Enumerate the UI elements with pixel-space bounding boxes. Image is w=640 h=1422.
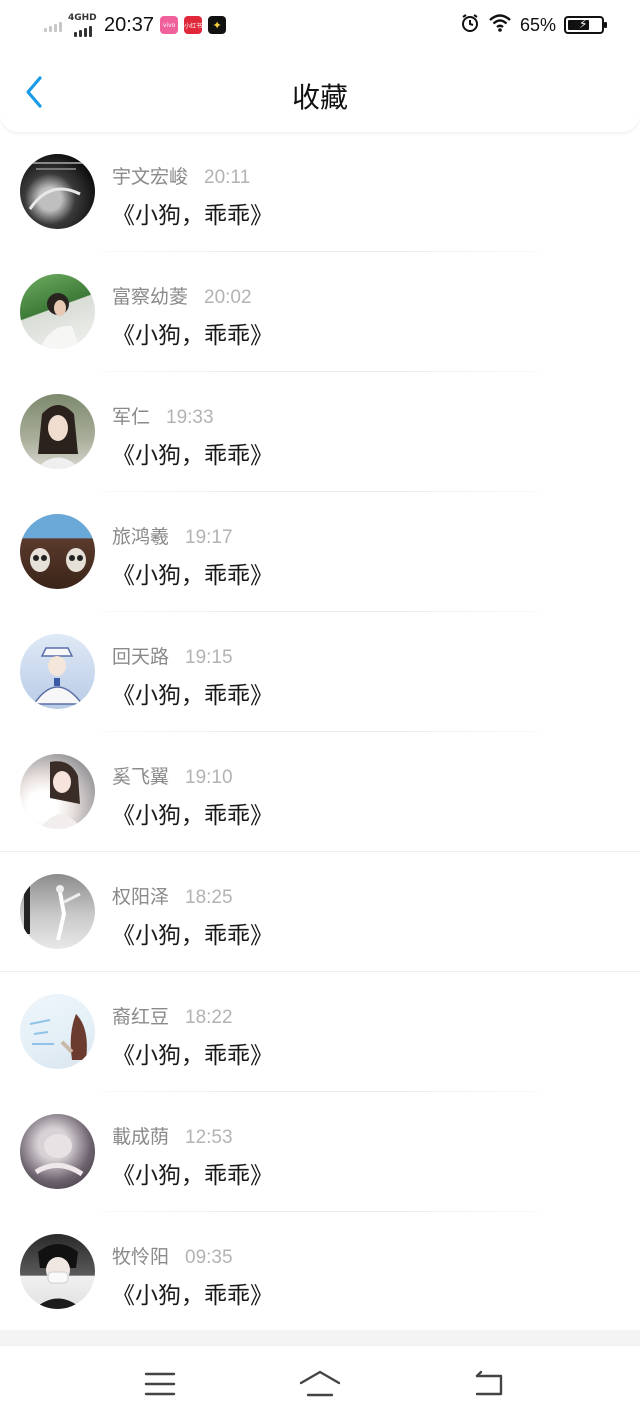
timestamp: 20:02 [204, 287, 252, 308]
favorites-list: 宇文宏峻 20:11 《小狗，乖乖》 富察幼菱 20:02 《小狗，乖乖》 军仁… [0, 132, 640, 1332]
timestamp: 19:10 [185, 767, 233, 788]
list-item[interactable]: 回天路 19:15 《小狗，乖乖》 [0, 612, 640, 732]
battery-percent: 65% [519, 14, 556, 35]
home-button[interactable] [298, 1364, 342, 1404]
avatar [20, 274, 95, 349]
charging-icon: ⚡ [579, 17, 588, 31]
list-item[interactable]: 富察幼菱 20:02 《小狗，乖乖》 [0, 252, 640, 372]
sender-name: 回天路 [112, 646, 170, 668]
message-preview: 《小狗，乖乖》 [112, 1163, 273, 1189]
timestamp: 18:22 [185, 1007, 233, 1028]
signal-icon-sim1 [44, 18, 62, 32]
avatar [20, 514, 95, 589]
status-bar: 4GHD 20:37 vivo 小红书 ✦ 65% ⚡ [0, 0, 640, 50]
avatar [20, 754, 95, 829]
back-icon [475, 1370, 503, 1396]
sender-name: 旅鸿羲 [112, 526, 170, 548]
timestamp: 20:11 [204, 167, 251, 188]
avatar [20, 634, 95, 709]
battery-icon: ⚡ [564, 16, 607, 34]
xiaohongshu-app-icon: 小红书 [184, 16, 203, 34]
sender-name: 裔红豆 [112, 1006, 170, 1028]
list-item[interactable]: 載成荫 12:53 《小狗，乖乖》 [0, 1092, 640, 1212]
status-time: 20:37 [104, 13, 155, 36]
sender-name: 军仁 [112, 406, 151, 428]
timestamp: 12:53 [185, 1127, 233, 1148]
status-right: 65% ⚡ [460, 12, 607, 38]
sender-name: 宇文宏峻 [112, 166, 189, 188]
timestamp: 19:33 [166, 407, 214, 428]
network-tag: 4GHD [68, 13, 97, 23]
message-preview: 《小狗，乖乖》 [112, 803, 273, 829]
menu-icon [144, 1372, 176, 1396]
avatar [20, 154, 95, 229]
menu-button[interactable] [138, 1364, 182, 1404]
list-item[interactable]: 军仁 19:33 《小狗，乖乖》 [0, 372, 640, 492]
page-title: 收藏 [291, 81, 348, 114]
list-item[interactable]: 宇文宏峻 20:11 《小狗，乖乖》 [0, 132, 640, 252]
wifi-icon [488, 13, 512, 37]
sender-name: 权阳泽 [112, 886, 170, 908]
message-preview: 《小狗，乖乖》 [112, 1283, 273, 1309]
message-preview: 《小狗，乖乖》 [112, 683, 273, 709]
message-preview: 《小狗，乖乖》 [112, 1043, 273, 1069]
message-preview: 《小狗，乖乖》 [112, 923, 273, 949]
list-item[interactable]: 牧怜阳 09:35 《小狗，乖乖》 [0, 1212, 640, 1332]
alarm-icon [460, 13, 480, 37]
back-nav-button[interactable] [466, 1364, 510, 1404]
avatar [20, 394, 95, 469]
list-item[interactable]: 旅鸿羲 19:17 《小狗，乖乖》 [0, 492, 640, 612]
network-4g-icon: 4GHD [68, 13, 97, 37]
timestamp: 19:15 [185, 647, 233, 668]
vivo-app-icon: vivo [160, 16, 179, 34]
timestamp: 09:35 [185, 1247, 233, 1268]
sparkle-app-icon: ✦ [208, 16, 227, 34]
home-icon [299, 1370, 341, 1397]
nav-gap [0, 1330, 640, 1345]
message-preview: 《小狗，乖乖》 [112, 323, 273, 349]
avatar [20, 1114, 95, 1189]
sender-name: 載成荫 [112, 1126, 170, 1148]
sender-name: 牧怜阳 [112, 1246, 170, 1268]
sender-name: 富察幼菱 [112, 286, 189, 308]
avatar [20, 874, 95, 949]
message-preview: 《小狗，乖乖》 [112, 563, 273, 589]
message-preview: 《小狗，乖乖》 [112, 443, 273, 469]
list-item[interactable]: 权阳泽 18:25 《小狗，乖乖》 [0, 852, 640, 972]
system-nav-bar [0, 1345, 640, 1422]
list-item[interactable]: 裔红豆 18:22 《小狗，乖乖》 [0, 972, 640, 1092]
timestamp: 18:25 [185, 887, 233, 908]
app-header: 收藏 [0, 50, 640, 132]
list-item[interactable]: 奚飞翼 19:10 《小狗，乖乖》 [0, 732, 640, 852]
message-preview: 《小狗，乖乖》 [112, 203, 273, 229]
avatar [20, 1234, 95, 1309]
timestamp: 19:17 [185, 527, 233, 548]
avatar [20, 994, 95, 1069]
status-left: 4GHD 20:37 vivo 小红书 ✦ [44, 10, 227, 40]
sender-name: 奚飞翼 [112, 766, 170, 788]
